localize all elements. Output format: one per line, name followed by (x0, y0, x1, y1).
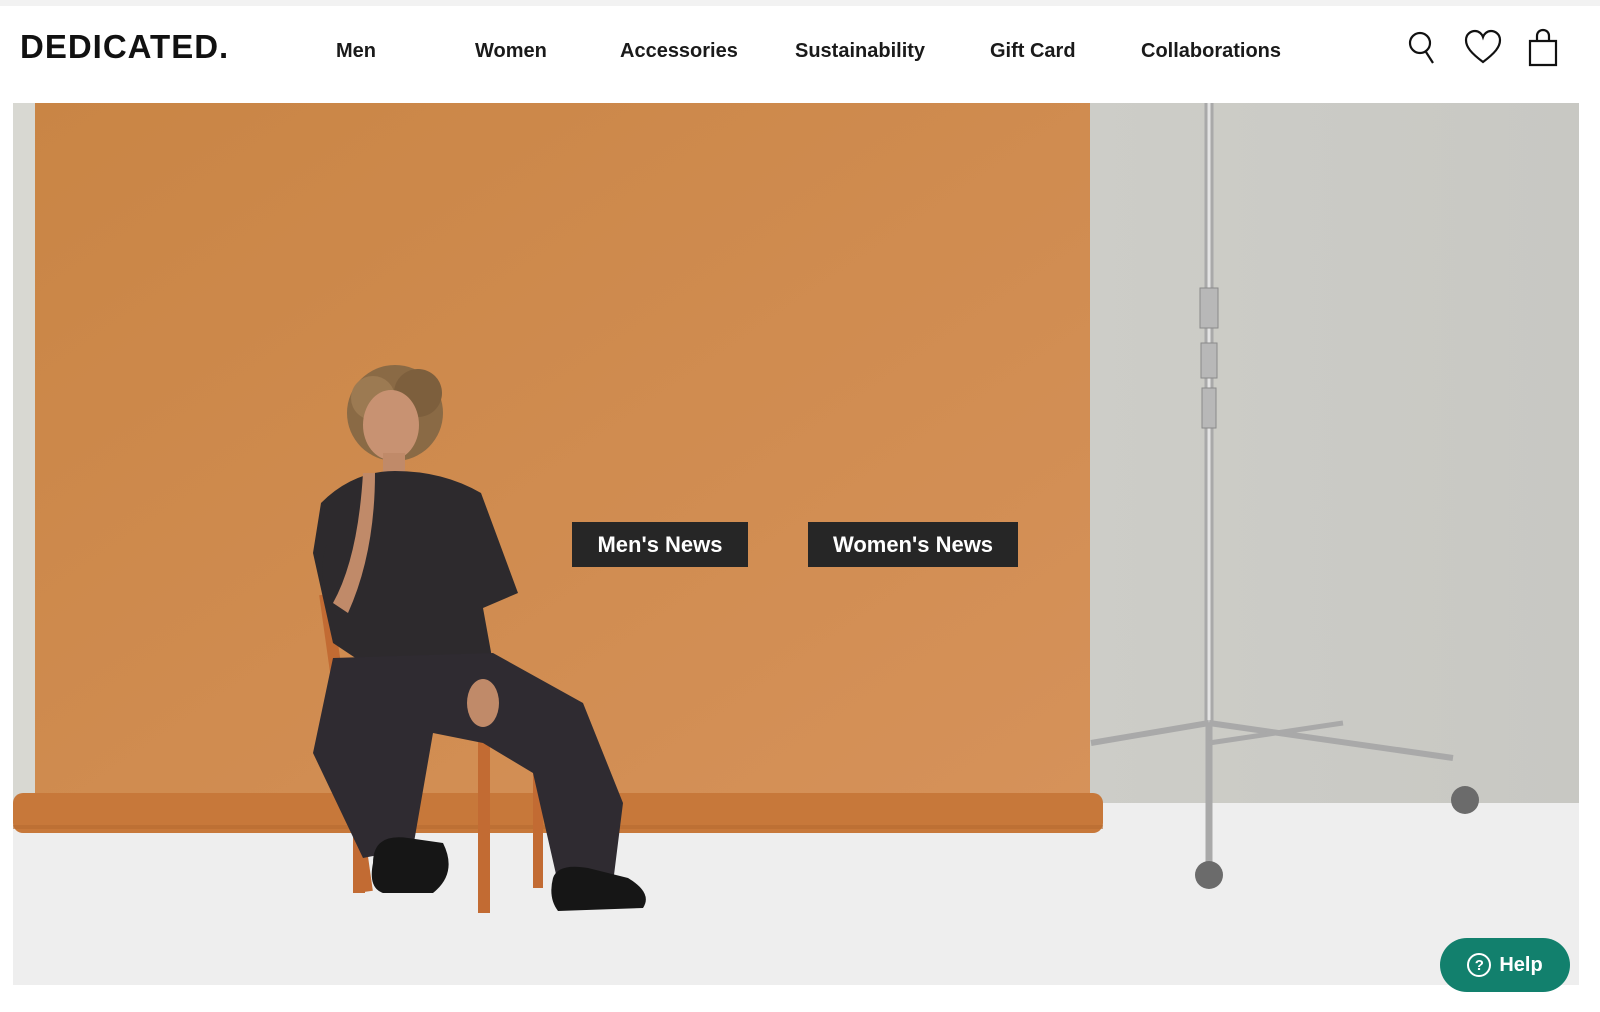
heart-icon[interactable] (1463, 28, 1503, 68)
nav-item-gift-card[interactable]: Gift Card (990, 40, 1076, 63)
hero-video-image (13, 103, 1579, 985)
womens-news-button[interactable]: Women's News (808, 522, 1018, 567)
nav-item-men[interactable]: Men (336, 40, 376, 63)
mens-news-button[interactable]: Men's News (572, 522, 748, 567)
brand-logo[interactable]: DEDICATED. (20, 28, 229, 66)
hero-banner: Men's News Women's News (13, 103, 1579, 985)
nav-item-collaborations[interactable]: Collaborations (1141, 40, 1281, 63)
help-button[interactable]: ? Help (1440, 938, 1570, 992)
search-icon[interactable] (1403, 28, 1443, 68)
help-label: Help (1499, 953, 1543, 976)
site-header: DEDICATED. Men Women Accessories Sustain… (0, 6, 1600, 104)
nav-item-women[interactable]: Women (475, 40, 547, 63)
nav-item-sustainability[interactable]: Sustainability (795, 40, 925, 63)
question-circle-icon: ? (1467, 953, 1492, 977)
nav-item-accessories[interactable]: Accessories (620, 40, 738, 63)
shopping-bag-icon[interactable] (1523, 28, 1563, 68)
